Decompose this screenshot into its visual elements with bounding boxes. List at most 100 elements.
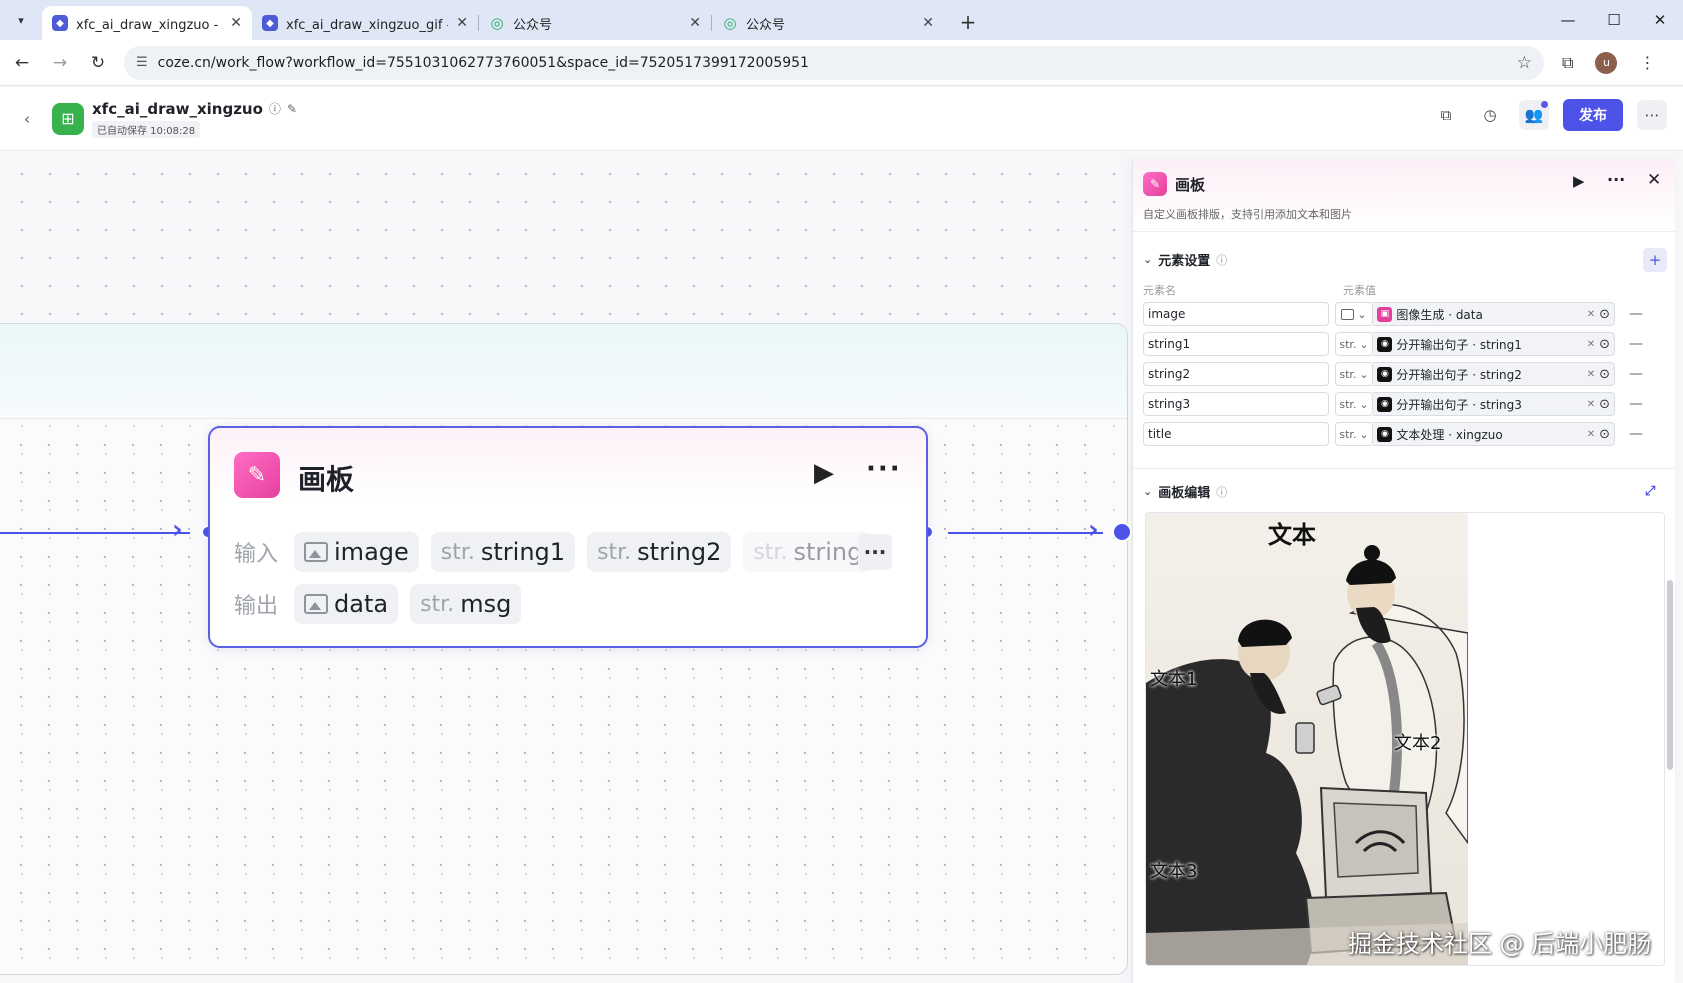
minimize-icon[interactable]: — xyxy=(1545,11,1591,29)
back-chevron-icon[interactable]: ‹ xyxy=(24,110,42,128)
browser-tab-wechat-2[interactable]: ◎ 公众号 ✕ xyxy=(712,6,944,40)
element-type-select[interactable]: str. ⌄ xyxy=(1334,362,1374,386)
artboard-text-3[interactable]: 文本3 xyxy=(1150,857,1197,883)
image-gen-node-icon: ▣ xyxy=(1377,306,1393,322)
maximize-icon[interactable]: ☐ xyxy=(1591,11,1637,29)
element-type-select[interactable]: ⌄ xyxy=(1334,302,1374,326)
collaborators-icon[interactable]: 👥 xyxy=(1519,100,1549,130)
clear-icon[interactable]: ✕ xyxy=(1587,429,1595,440)
browser-tab-workflow[interactable]: ◆ xfc_ai_draw_xingzuo - 工作流 ✕ xyxy=(42,6,252,40)
element-name-input[interactable]: string2 xyxy=(1143,362,1329,386)
reload-icon[interactable]: ↻ xyxy=(82,53,114,73)
element-type-select[interactable]: str. ⌄ xyxy=(1334,392,1374,416)
history-icon[interactable]: ◷ xyxy=(1475,100,1505,130)
edit-icon[interactable]: ✎ xyxy=(287,102,297,116)
panel-close-icon[interactable]: ✕ xyxy=(1647,170,1661,190)
outgoing-edge[interactable] xyxy=(948,532,1103,534)
panel-scrollbar[interactable] xyxy=(1667,520,1673,960)
elements-section-header[interactable]: ⌄ 元素设置 ⓘ xyxy=(1143,250,1227,269)
new-tab-plus-icon[interactable]: + xyxy=(954,10,982,34)
chevron-down-icon[interactable]: ⌄ xyxy=(1143,485,1152,498)
tab-search-chevron-icon[interactable]: ▾ xyxy=(6,5,36,35)
input-chip-string3: str. string xyxy=(743,532,873,572)
close-icon[interactable]: ✕ xyxy=(456,15,468,31)
close-icon[interactable]: ✕ xyxy=(689,15,701,31)
reference-target-icon[interactable]: ⊙ xyxy=(1599,337,1610,352)
remove-element-icon[interactable]: — xyxy=(1629,366,1643,382)
copy-icon[interactable]: ⧉ xyxy=(1431,100,1461,130)
add-element-button[interactable]: + xyxy=(1643,248,1667,272)
output-chip-data: data xyxy=(294,584,399,624)
remove-element-icon[interactable]: — xyxy=(1629,336,1643,352)
element-name-input[interactable]: string1 xyxy=(1143,332,1329,356)
info-icon[interactable]: ⓘ xyxy=(1216,484,1227,500)
incoming-edge[interactable] xyxy=(0,532,190,534)
element-name-input[interactable]: string3 xyxy=(1143,392,1329,416)
element-value-reference[interactable]: ◉ 分开输出句子 · string3 ✕ ⊙ xyxy=(1373,392,1616,416)
remove-element-icon[interactable]: — xyxy=(1629,306,1643,322)
workflow-logo-icon: ⊞ xyxy=(52,102,84,135)
panel-title: 画板 xyxy=(1175,176,1206,194)
info-icon[interactable]: ⓘ xyxy=(1216,252,1227,268)
element-name-input[interactable]: title xyxy=(1143,422,1329,446)
edge-arrow-icon: › xyxy=(1088,515,1099,545)
clear-icon[interactable]: ✕ xyxy=(1587,399,1595,410)
artboard-text-1[interactable]: 文本1 xyxy=(1150,665,1197,691)
expand-fullscreen-icon[interactable]: ⤢ xyxy=(1645,484,1655,499)
element-type-select[interactable]: str. ⌄ xyxy=(1334,332,1374,356)
url-field[interactable]: ☰ coze.cn/work_flow?workflow_id=75510310… xyxy=(124,45,1544,80)
element-value-reference[interactable]: ▣ 图像生成 · data ✕ ⊙ xyxy=(1373,302,1616,326)
image-type-icon xyxy=(1341,308,1355,320)
next-node-port[interactable] xyxy=(1112,522,1132,542)
reference-target-icon[interactable]: ⊙ xyxy=(1599,397,1610,412)
remove-element-icon[interactable]: — xyxy=(1629,396,1643,412)
panel-more-icon[interactable]: ··· xyxy=(1607,170,1625,189)
publish-button[interactable]: 发布 xyxy=(1563,99,1623,131)
run-play-icon[interactable]: ▶ xyxy=(814,458,834,488)
clear-icon[interactable]: ✕ xyxy=(1587,339,1595,350)
output-chip-msg: str. msg xyxy=(410,584,522,624)
inputs-more-icon[interactable]: ··· xyxy=(858,534,892,570)
forward-arrow-icon[interactable]: → xyxy=(44,53,76,73)
node-more-icon[interactable]: ··· xyxy=(866,454,902,484)
output-label: 输出 xyxy=(234,594,279,619)
reference-target-icon[interactable]: ⊙ xyxy=(1599,307,1610,322)
element-value-reference[interactable]: ◉ 分开输出句子 · string1 ✕ ⊙ xyxy=(1373,332,1616,356)
reference-target-icon[interactable]: ⊙ xyxy=(1599,427,1610,442)
clear-icon[interactable]: ✕ xyxy=(1587,369,1595,380)
close-icon[interactable]: ✕ xyxy=(922,15,934,31)
remove-element-icon[interactable]: — xyxy=(1629,426,1643,442)
extensions-puzzle-icon[interactable]: ⧉ xyxy=(1562,53,1573,73)
close-icon[interactable]: ✕ xyxy=(230,15,242,31)
browser-tab-wechat-1[interactable]: ◎ 公众号 ✕ xyxy=(479,6,711,40)
run-play-icon[interactable]: ▶ xyxy=(1573,172,1585,190)
panel-header: ✎ 画板 自定义画板排版，支持引用添加文本和图片 ▶ ··· ✕ xyxy=(1133,160,1675,232)
element-value-reference[interactable]: ◉ 分开输出句子 · string2 ✕ ⊙ xyxy=(1373,362,1616,386)
profile-avatar[interactable]: u xyxy=(1595,51,1618,74)
back-arrow-icon[interactable]: ← xyxy=(6,53,38,73)
canvas-node-card[interactable]: ✎ 画板 ▶ ··· 输入 image str. string1 str. stri… xyxy=(208,426,928,648)
artboard-title-text[interactable]: 文本 xyxy=(1268,515,1316,550)
node-title: 画板 xyxy=(298,463,355,496)
clear-icon[interactable]: ✕ xyxy=(1587,309,1595,320)
more-icon[interactable]: ⋯ xyxy=(1637,100,1667,130)
canvas-edit-section-header[interactable]: ⌄ 画板编辑 ⓘ xyxy=(1143,482,1227,501)
artboard-editor[interactable]: 文本 文本1 文本2 文本3 xyxy=(1145,512,1665,966)
tab-label: xfc_ai_draw_xingzuo - 工作流 xyxy=(76,17,222,33)
info-icon[interactable]: ⓘ xyxy=(269,100,281,117)
node-inputs-row: 输入 image str. string1 str. string2 str. str… xyxy=(234,532,873,572)
bookmark-star-icon[interactable]: ☆ xyxy=(1517,53,1532,73)
browser-tab-workflow-gif[interactable]: ◆ xfc_ai_draw_xingzuo_gif - 工作 ✕ xyxy=(252,6,478,40)
reference-target-icon[interactable]: ⊙ xyxy=(1599,367,1610,382)
artboard-image[interactable]: 文本 文本1 文本2 文本3 xyxy=(1146,513,1468,965)
element-name-input[interactable]: image xyxy=(1143,302,1329,326)
canvas-board-icon: ✎ xyxy=(1143,172,1167,196)
window-close-icon[interactable]: ✕ xyxy=(1637,11,1683,29)
element-value-reference[interactable]: ◉ 文本处理 · xingzuo ✕ ⊙ xyxy=(1373,422,1616,446)
artboard-text-2[interactable]: 文本2 xyxy=(1394,729,1441,755)
coze-icon: ◆ xyxy=(52,15,68,31)
chevron-down-icon[interactable]: ⌄ xyxy=(1143,253,1152,266)
element-type-select[interactable]: str. ⌄ xyxy=(1334,422,1374,446)
site-settings-icon[interactable]: ☰ xyxy=(136,55,148,70)
browser-menu-icon[interactable]: ⋮ xyxy=(1639,53,1655,72)
